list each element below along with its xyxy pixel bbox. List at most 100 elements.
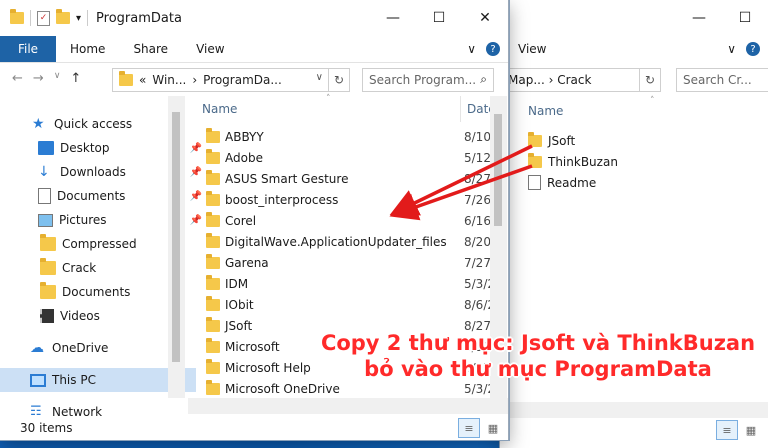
file-name: boost_interprocess	[225, 192, 339, 207]
scrollbar-thumb[interactable]	[494, 114, 502, 226]
status-bar: 30 items	[0, 416, 508, 440]
search-placeholder: Search Program...	[369, 73, 477, 87]
up-icon[interactable]: ↑	[70, 71, 81, 86]
column-header-name[interactable]: Name	[202, 102, 237, 116]
tab-home[interactable]: Home	[56, 42, 119, 56]
tab-share[interactable]: Share	[119, 42, 182, 56]
folder-icon	[206, 274, 220, 290]
folder-icon	[206, 232, 220, 248]
large-icons-view-icon[interactable]: ▦	[740, 420, 762, 440]
file-name: DigitalWave.ApplicationUpdater_files	[225, 234, 447, 249]
folder-icon	[528, 131, 542, 147]
navigation-pane: ★ Quick access Desktop 📌 ↓ Downloads 📌 D…	[0, 96, 202, 419]
horizontal-scrollbar[interactable]	[188, 398, 508, 414]
help-icon[interactable]: ?	[486, 42, 500, 56]
refresh-icon[interactable]: ↻	[328, 69, 349, 91]
breadcrumb-overflow[interactable]: «	[139, 73, 146, 87]
search-input[interactable]: Search Cr...	[676, 68, 768, 92]
close-button[interactable]: ✕	[462, 0, 508, 36]
column-header-name[interactable]: Name	[528, 104, 563, 118]
ribbon: File Home Share View ∨ ?	[0, 36, 508, 63]
file-name: Readme	[547, 175, 597, 190]
ribbon: View ∨ ?	[500, 36, 768, 62]
details-view-icon[interactable]: ≡	[458, 418, 480, 438]
table-row[interactable]: ASUS Smart Gesture 8/27/	[188, 168, 495, 189]
folder-icon	[206, 316, 220, 332]
maximize-button[interactable]: ☐	[416, 0, 462, 36]
file-name: ABBYY	[225, 129, 264, 144]
folder-icon	[119, 71, 133, 86]
file-name: Corel	[225, 213, 257, 228]
item-count: 30 items	[20, 421, 73, 435]
address-bar[interactable]: « Win... › ProgramDa... ∨ ↻	[112, 68, 350, 92]
file-name: Adobe	[225, 150, 263, 165]
table-row[interactable]: DigitalWave.ApplicationUpdater_files 8/20…	[188, 231, 495, 252]
folder-icon	[206, 253, 220, 269]
breadcrumb-programdata[interactable]: ProgramDa...	[203, 73, 282, 87]
videos-icon	[40, 309, 54, 323]
sort-indicator-icon: ˄	[650, 96, 655, 106]
search-placeholder: Search Cr...	[683, 73, 752, 87]
desktop-icon	[38, 141, 54, 155]
sort-indicator-icon: ˄	[326, 94, 331, 104]
folder-icon	[40, 234, 56, 251]
folder-icon	[206, 295, 220, 311]
folder-icon	[206, 190, 220, 206]
list-item[interactable]: JSoft	[528, 130, 575, 151]
file-name: JSoft	[225, 318, 253, 333]
folder-icon	[206, 148, 220, 164]
tab-view[interactable]: View	[182, 42, 238, 56]
vertical-scrollbar[interactable]	[168, 96, 185, 398]
details-view-icon[interactable]: ≡	[716, 420, 738, 440]
view-switcher: ≡ ▦	[716, 420, 762, 440]
title-bar: ✓ ▾ ProgramData — ☐ ✕	[0, 0, 508, 36]
table-row[interactable]: Adobe 5/12/	[188, 147, 495, 168]
search-input[interactable]: Search Program... ⌕	[362, 68, 494, 92]
forward-icon[interactable]: →	[33, 71, 44, 86]
folder-icon	[206, 337, 220, 353]
download-icon: ↓	[38, 164, 50, 180]
chevron-down-icon[interactable]: ∨	[316, 72, 323, 83]
breadcrumb-windows[interactable]: Win...	[152, 73, 186, 87]
table-row[interactable]: IDM 5/3/2	[188, 273, 495, 294]
file-name: ThinkBuzan	[548, 154, 618, 169]
documents-icon	[38, 188, 51, 204]
title-bar: — ☐	[500, 0, 768, 36]
file-name: IDM	[225, 276, 249, 291]
refresh-icon[interactable]: ↻	[639, 69, 660, 91]
back-icon[interactable]: ←	[12, 71, 23, 86]
search-icon[interactable]: ⌕	[480, 72, 487, 87]
large-icons-view-icon[interactable]: ▦	[482, 418, 504, 438]
folder-icon	[206, 211, 220, 227]
list-item[interactable]: ThinkBuzan	[528, 151, 618, 172]
help-icon[interactable]: ?	[746, 42, 760, 56]
new-folder-icon[interactable]	[56, 9, 70, 24]
table-row[interactable]: Garena 7/27/	[188, 252, 495, 273]
address-bar[interactable]: Map... › Crack ↻	[500, 68, 661, 92]
folder-icon	[206, 169, 220, 185]
breadcrumb-separator: ›	[192, 73, 198, 87]
text-file-icon	[528, 175, 541, 190]
chevron-down-icon[interactable]: ∨	[727, 42, 736, 56]
horizontal-scrollbar[interactable]	[500, 402, 768, 418]
tab-file[interactable]: File	[0, 36, 56, 62]
table-row[interactable]: boost_interprocess 7/26/	[188, 189, 495, 210]
nav-this-pc[interactable]: This PC	[0, 368, 196, 392]
annotation-caption: Copy 2 thư mục: Jsoft và ThinkBuzan bỏ v…	[318, 330, 758, 382]
tab-view[interactable]: View	[518, 42, 546, 56]
maximize-button[interactable]: ☐	[722, 0, 768, 36]
file-name: ASUS Smart Gesture	[225, 171, 349, 186]
folder-icon	[206, 127, 220, 143]
nav-onedrive[interactable]: ☁ OneDrive	[0, 336, 196, 360]
table-row[interactable]: Corel 6/16/	[188, 210, 495, 231]
table-row[interactable]: IObit 8/6/2	[188, 294, 495, 315]
list-item[interactable]: Readme	[528, 172, 596, 193]
table-row[interactable]: ABBYY 8/10/	[188, 126, 495, 147]
minimize-button[interactable]: —	[370, 0, 416, 36]
scrollbar-thumb[interactable]	[172, 112, 180, 362]
minimize-button[interactable]: —	[676, 0, 722, 36]
recent-locations-icon[interactable]: ∨	[54, 71, 61, 86]
chevron-down-icon[interactable]: ∨	[467, 42, 476, 56]
properties-icon[interactable]: ✓	[37, 10, 50, 26]
customize-toolbar-icon[interactable]: ▾	[76, 13, 81, 24]
